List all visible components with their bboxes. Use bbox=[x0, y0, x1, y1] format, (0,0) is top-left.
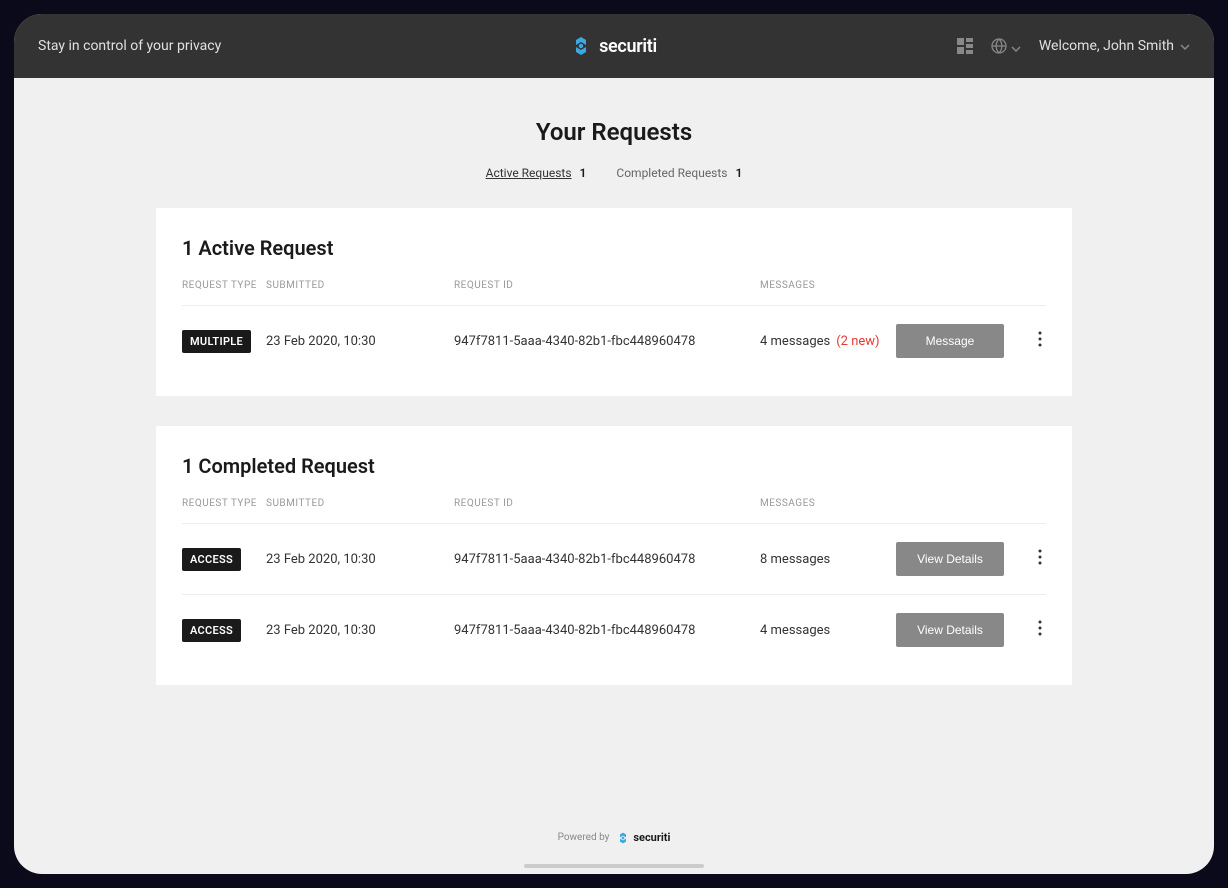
cell-type: MULTIPLE bbox=[182, 330, 266, 353]
col-header-more bbox=[1006, 280, 1046, 291]
cell-action: Message bbox=[896, 324, 1006, 358]
cell-messages: 4 messages (2 new) bbox=[760, 334, 896, 349]
message-button[interactable]: Message bbox=[896, 324, 1004, 358]
device-frame: Stay in control of your privacy securiti bbox=[0, 0, 1228, 888]
view-details-button[interactable]: View Details bbox=[896, 542, 1004, 576]
col-header-action bbox=[896, 498, 1006, 509]
tab-count: 1 bbox=[736, 166, 743, 180]
cell-more bbox=[1006, 331, 1046, 351]
apps-grid-icon[interactable] bbox=[957, 38, 973, 54]
active-requests-card: 1 Active Request REQUEST TYPE SUBMITTED … bbox=[156, 208, 1072, 396]
cell-action: View Details bbox=[896, 542, 1006, 576]
more-icon[interactable] bbox=[1038, 331, 1042, 351]
request-tabs: Active Requests 1 Completed Requests 1 bbox=[486, 166, 743, 180]
header-right: Welcome, John Smith bbox=[806, 37, 1190, 56]
powered-by-text: Powered by bbox=[558, 832, 610, 843]
securiti-logo-icon-small bbox=[617, 832, 629, 844]
table-header: REQUEST TYPE SUBMITTED REQUEST ID MESSAG… bbox=[182, 498, 1046, 524]
cell-messages: 8 messages bbox=[760, 552, 896, 567]
view-details-button[interactable]: View Details bbox=[896, 613, 1004, 647]
col-header-more bbox=[1006, 498, 1046, 509]
col-header-request-id: REQUEST ID bbox=[454, 280, 760, 291]
language-selector[interactable] bbox=[991, 37, 1021, 56]
cell-more bbox=[1006, 620, 1046, 640]
cell-request-id: 947f7811-5aaa-4340-82b1-fbc448960478 bbox=[454, 623, 760, 638]
table-row: ACCESS 23 Feb 2020, 10:30 947f7811-5aaa-… bbox=[182, 595, 1046, 665]
request-type-badge: ACCESS bbox=[182, 619, 241, 642]
footer-brand-name: securiti bbox=[633, 831, 670, 844]
new-message-badge: (2 new) bbox=[836, 334, 879, 349]
tab-label: Completed Requests bbox=[616, 166, 727, 180]
cell-submitted: 23 Feb 2020, 10:30 bbox=[266, 552, 454, 567]
col-header-action bbox=[896, 280, 1006, 291]
tab-active-requests[interactable]: Active Requests 1 bbox=[486, 166, 587, 180]
request-type-badge: ACCESS bbox=[182, 548, 241, 571]
header-bar: Stay in control of your privacy securiti bbox=[14, 14, 1214, 78]
main-content: Your Requests Active Requests 1 Complete… bbox=[14, 78, 1214, 874]
header-logo[interactable]: securiti bbox=[422, 36, 806, 57]
tab-label: Active Requests bbox=[486, 166, 572, 180]
user-menu[interactable]: Welcome, John Smith bbox=[1039, 38, 1190, 54]
table-header: REQUEST TYPE SUBMITTED REQUEST ID MESSAG… bbox=[182, 280, 1046, 306]
message-count: 4 messages bbox=[760, 334, 830, 349]
col-header-submitted: SUBMITTED bbox=[266, 498, 454, 509]
cell-request-id: 947f7811-5aaa-4340-82b1-fbc448960478 bbox=[454, 334, 760, 349]
cell-submitted: 23 Feb 2020, 10:30 bbox=[266, 623, 454, 638]
page-title: Your Requests bbox=[536, 118, 692, 146]
tab-count: 1 bbox=[580, 166, 587, 180]
cell-messages: 4 messages bbox=[760, 623, 896, 638]
card-title: 1 Active Request bbox=[182, 236, 1046, 260]
cell-type: ACCESS bbox=[182, 619, 266, 642]
completed-requests-card: 1 Completed Request REQUEST TYPE SUBMITT… bbox=[156, 426, 1072, 685]
col-header-messages: MESSAGES bbox=[760, 280, 896, 291]
tab-completed-requests[interactable]: Completed Requests 1 bbox=[616, 166, 742, 180]
cell-request-id: 947f7811-5aaa-4340-82b1-fbc448960478 bbox=[454, 552, 760, 567]
col-header-type: REQUEST TYPE bbox=[182, 280, 266, 291]
securiti-logo-icon bbox=[571, 36, 591, 56]
cell-more bbox=[1006, 549, 1046, 569]
col-header-messages: MESSAGES bbox=[760, 498, 896, 509]
card-title: 1 Completed Request bbox=[182, 454, 1046, 478]
more-icon[interactable] bbox=[1038, 549, 1042, 569]
brand-name: securiti bbox=[599, 36, 657, 57]
col-header-request-id: REQUEST ID bbox=[454, 498, 760, 509]
cell-type: ACCESS bbox=[182, 548, 266, 571]
table-row: ACCESS 23 Feb 2020, 10:30 947f7811-5aaa-… bbox=[182, 524, 1046, 595]
screen: Stay in control of your privacy securiti bbox=[14, 14, 1214, 874]
table-row: MULTIPLE 23 Feb 2020, 10:30 947f7811-5aa… bbox=[182, 306, 1046, 376]
header-tagline: Stay in control of your privacy bbox=[38, 38, 422, 54]
chevron-down-icon bbox=[1011, 37, 1021, 56]
more-icon[interactable] bbox=[1038, 620, 1042, 640]
col-header-submitted: SUBMITTED bbox=[266, 280, 454, 291]
chevron-down-icon bbox=[1180, 38, 1190, 54]
request-type-badge: MULTIPLE bbox=[182, 330, 251, 353]
globe-icon bbox=[991, 38, 1007, 54]
footer-logo[interactable]: securiti bbox=[617, 831, 670, 844]
cell-submitted: 23 Feb 2020, 10:30 bbox=[266, 334, 454, 349]
cell-action: View Details bbox=[896, 613, 1006, 647]
home-indicator bbox=[524, 864, 704, 868]
col-header-type: REQUEST TYPE bbox=[182, 498, 266, 509]
welcome-text: Welcome, John Smith bbox=[1039, 38, 1174, 54]
